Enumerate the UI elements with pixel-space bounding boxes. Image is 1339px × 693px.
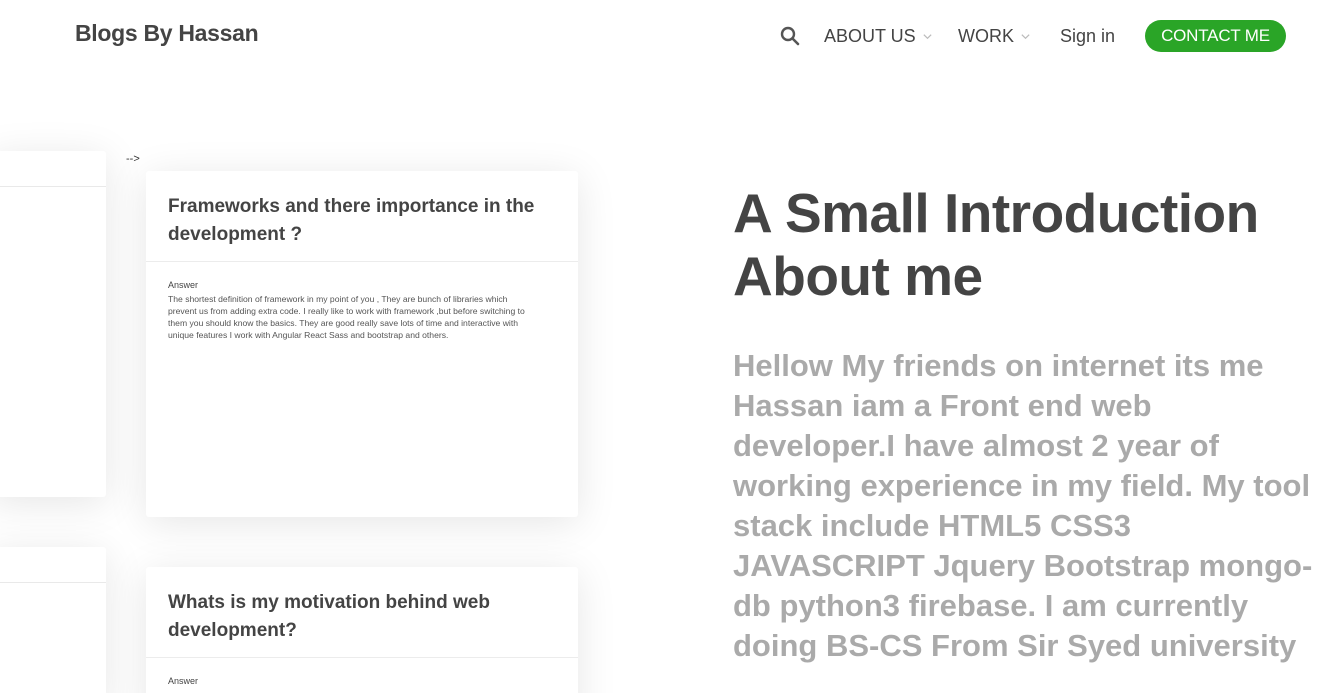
search-button[interactable] (780, 20, 802, 52)
card-answer-text: The shortest definition of framework in … (168, 294, 525, 340)
card-divider (0, 186, 106, 187)
blog-card[interactable]: Whats is my motivation behind web develo… (146, 567, 578, 693)
nav-work-label: WORK (958, 25, 1014, 46)
card-divider (146, 261, 578, 262)
blog-card-partial (0, 151, 106, 497)
card-divider (0, 582, 106, 583)
blog-card[interactable]: Frameworks and there importance in the d… (146, 171, 578, 517)
card-title: Frameworks and there importance in the d… (168, 196, 535, 245)
card-divider (146, 657, 578, 658)
nav-about-us[interactable]: ABOUT US (824, 20, 933, 52)
chevron-down-icon (923, 33, 932, 39)
contact-me-button[interactable]: CONTACT ME (1145, 20, 1286, 52)
nav-about-us-label: ABOUT US (824, 25, 916, 46)
site-brand[interactable]: Blogs By Hassan (75, 20, 259, 47)
search-icon (780, 26, 800, 46)
stray-comment-text: --> (126, 153, 140, 165)
card-title: Whats is my motivation behind web develo… (168, 592, 490, 641)
nav-work[interactable]: WORK (958, 20, 1031, 52)
card-answer-label: Answer (168, 676, 199, 686)
card-answer-label: Answer (168, 280, 199, 290)
sign-in-link[interactable]: Sign in (1060, 20, 1115, 52)
chevron-down-icon (1021, 33, 1030, 39)
intro-heading: A Small Introduction About me (733, 182, 1259, 307)
blog-card-partial (0, 547, 106, 693)
intro-paragraph: Hellow My friends on internet its me Has… (733, 348, 1313, 663)
